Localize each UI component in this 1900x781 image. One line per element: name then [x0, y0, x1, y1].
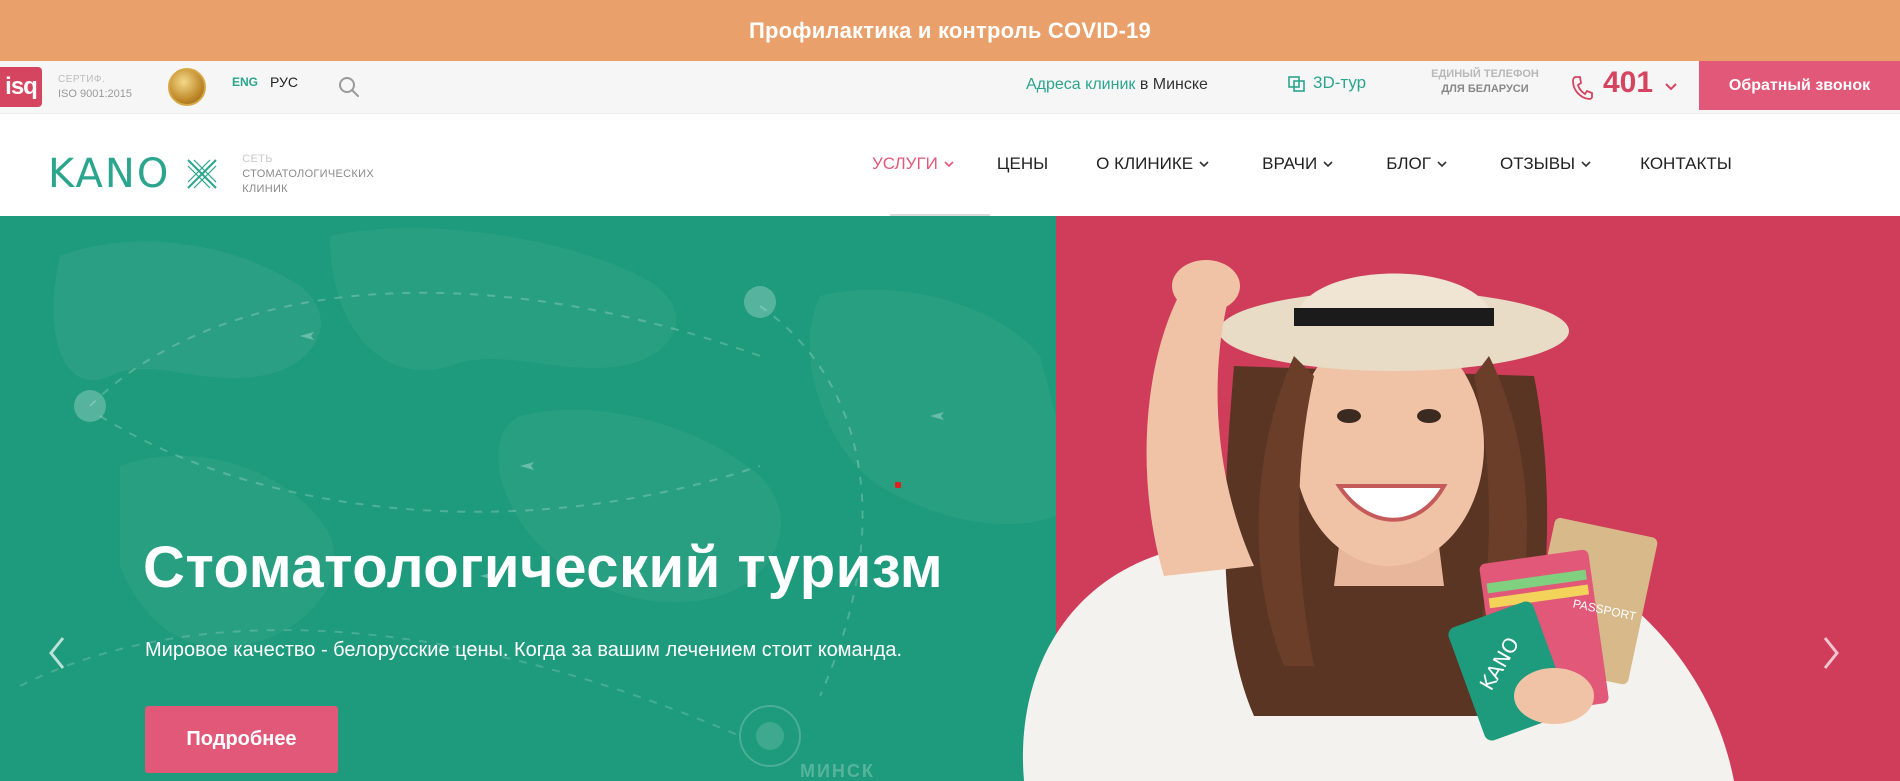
- search-icon: [339, 77, 359, 97]
- phone-number[interactable]: 401: [1603, 66, 1653, 100]
- covid-link[interactable]: Профилактика и контроль COVID-19: [737, 12, 1163, 50]
- iso-certificate-label: ISO 9001:2015: [58, 88, 133, 100]
- chevron-down-icon: [1581, 161, 1591, 168]
- site-logo[interactable]: KANO СЕТЬ СТОМАТОЛОГИЧЕСКИХ КЛИНИК: [48, 144, 458, 204]
- nav-item-prices[interactable]: ЦЕНЫ: [997, 154, 1048, 174]
- phone-icon[interactable]: [1567, 71, 1597, 105]
- iso-certificate[interactable]: СЕРТИФ. ISO 9001:2015: [58, 73, 148, 103]
- slider-marker: [895, 482, 901, 488]
- nav-item-label: КОНТАКТЫ: [1640, 154, 1732, 173]
- nav-item-about[interactable]: О КЛИНИКЕ: [1096, 154, 1210, 174]
- nav-item-label: БЛОГ: [1386, 154, 1431, 173]
- hero-title: Стоматологический туризм: [143, 535, 944, 600]
- nav-item-label: О КЛИНИКЕ: [1096, 154, 1194, 173]
- chevron-right-icon: [1823, 637, 1839, 669]
- map-city-label: МИНСК: [800, 761, 875, 781]
- nav-item-services[interactable]: УСЛУГИ: [872, 154, 955, 174]
- nav-item-label: ЦЕНЫ: [996, 154, 1049, 173]
- callback-button[interactable]: Обратный звонок: [1699, 61, 1900, 110]
- award-medal-icon[interactable]: [168, 68, 206, 106]
- hero-image: PASSPORT KANO: [1022, 260, 1734, 781]
- logo-tagline-line2: СТОМАТОЛОГИЧЕСКИХ: [242, 167, 374, 180]
- logo-tagline-line1: СЕТЬ: [242, 152, 273, 165]
- chevron-down-icon: [1199, 161, 1209, 168]
- covid-banner: Профилактика и контроль COVID-19: [0, 0, 1900, 61]
- nav-item-label: УСЛУГИ: [872, 154, 938, 173]
- chevron-left-icon: [49, 637, 65, 669]
- logo-mark-icon: [187, 159, 218, 189]
- language-rus-current[interactable]: РУС: [270, 74, 298, 90]
- chevron-down-icon: [1437, 161, 1447, 168]
- site-header: KANO СЕТЬ СТОМАТОЛОГИЧЕСКИХ КЛИНИК УСЛУГ…: [0, 114, 1900, 216]
- iso-logo: isq: [0, 67, 42, 107]
- slider-prev-button[interactable]: [42, 628, 72, 678]
- phone-label-line2: ДЛЯ БЕЛАРУСИ: [1441, 83, 1529, 95]
- world-map-decoration: [19, 228, 1056, 767]
- 3d-tour-icon: [1288, 76, 1305, 92]
- phone-label-line1: ЕДИНЫЙ ТЕЛЕФОН: [1431, 68, 1539, 80]
- main-nav: УСЛУГИ ЦЕНЫ О КЛИНИКЕ ВРАЧИ БЛОГ ОТЗЫВЫ …: [872, 142, 1732, 186]
- 3d-tour-label: 3D-тур: [1313, 73, 1367, 92]
- logo-tagline: СЕТЬ СТОМАТОЛОГИЧЕСКИХ КЛИНИК: [242, 152, 374, 197]
- logo-wordmark: KANO: [48, 151, 171, 197]
- search-button[interactable]: [332, 68, 392, 106]
- clinic-addresses-city: в Минске: [1135, 76, 1208, 93]
- nav-item-reviews[interactable]: ОТЗЫВЫ: [1500, 154, 1592, 174]
- hero-left-panel: МИНСК: [0, 216, 1056, 781]
- clinic-addresses-label: Адреса клиник: [1026, 76, 1136, 93]
- nav-item-blog[interactable]: БЛОГ: [1386, 154, 1448, 174]
- logo-tagline-line3: КЛИНИК: [242, 182, 288, 195]
- language-eng-link[interactable]: ENG: [232, 75, 258, 89]
- iso-certificate-top: СЕРТИФ.: [58, 74, 106, 85]
- phone-dropdown-toggle[interactable]: [1660, 73, 1682, 101]
- hero-more-button[interactable]: Подробнее: [145, 706, 338, 773]
- nav-item-contacts[interactable]: КОНТАКТЫ: [1640, 154, 1732, 174]
- hero-subtitle: Мировое качество - белорусские цены. Ког…: [145, 639, 903, 661]
- utility-bar: isq СЕРТИФ. ISO 9001:2015 ENG РУС Адреса…: [0, 61, 1900, 114]
- nav-item-label: ВРАЧИ: [1262, 154, 1318, 173]
- chevron-down-icon: [1323, 161, 1333, 168]
- slider-next-button[interactable]: [1816, 628, 1846, 678]
- chevron-down-icon: [1665, 83, 1677, 91]
- phone-label: ЕДИНЫЙ ТЕЛЕФОН ДЛЯ БЕЛАРУСИ: [1425, 67, 1545, 107]
- nav-item-label: ОТЗЫВЫ: [1499, 154, 1576, 173]
- clinic-addresses-link[interactable]: Адреса клиник в Минске: [1026, 76, 1208, 94]
- chevron-down-icon: [944, 161, 954, 168]
- nav-item-doctors[interactable]: ВРАЧИ: [1262, 154, 1334, 174]
- hero-slider: МИНСК PASSPORT KANO Стоматологический ту…: [0, 216, 1900, 781]
- 3d-tour-link[interactable]: 3D-тур: [1287, 73, 1366, 93]
